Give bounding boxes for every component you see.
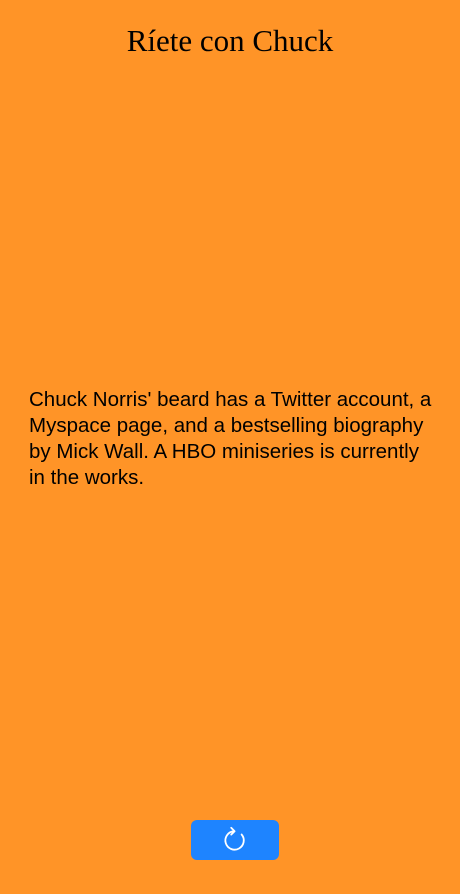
refresh-icon: [224, 826, 245, 851]
page-title: Ríete con Chuck: [126, 23, 334, 58]
refresh-button[interactable]: [191, 820, 279, 860]
joke-text: Chuck Norris' beard has a Twitter accoun…: [29, 388, 432, 489]
